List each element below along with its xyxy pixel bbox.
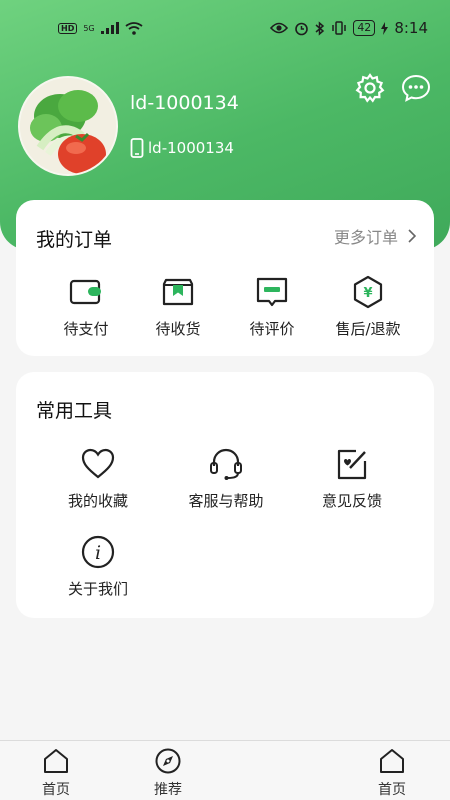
- tool-item-label: 我的收藏: [67, 492, 128, 510]
- message-icon[interactable]: [400, 72, 432, 104]
- phone-icon: [130, 138, 144, 158]
- order-pending-review[interactable]: 待评价: [222, 274, 322, 339]
- tool-item-label: 客服与帮助: [188, 492, 264, 510]
- status-bar: HD 5G 42 8:14: [0, 0, 450, 56]
- orders-card: 我的订单 更多订单 待支付 待收货 待评价 ¥ 售后/退款: [16, 200, 434, 356]
- status-right: 42 8:14: [270, 19, 428, 37]
- chevron-right-icon: [408, 229, 416, 243]
- more-orders-link[interactable]: 更多订单: [334, 224, 416, 248]
- tab-home[interactable]: 首页: [26, 747, 86, 799]
- tab-home-secondary[interactable]: 首页: [362, 747, 422, 799]
- package-icon: [162, 278, 194, 306]
- username: ld-1000134: [130, 92, 239, 114]
- order-item-label: 待支付: [63, 320, 109, 338]
- more-orders-label: 更多订单: [333, 228, 398, 247]
- compass-icon: [155, 748, 181, 774]
- tab-label: 首页: [378, 782, 406, 798]
- tool-item-label: 关于我们: [67, 580, 128, 598]
- eye-icon: [270, 22, 289, 34]
- tools-title: 常用工具: [36, 400, 113, 422]
- alarm-icon: [295, 22, 309, 35]
- tab-label: 推荐: [154, 782, 182, 798]
- tab-recommend[interactable]: 推荐: [138, 747, 198, 799]
- hd-badge: HD: [58, 22, 78, 34]
- tool-item-label: 意见反馈: [321, 492, 382, 510]
- review-icon: [256, 277, 288, 307]
- home-icon: [44, 749, 68, 773]
- home-icon: [380, 749, 404, 773]
- tool-about-us[interactable]: i 关于我们: [48, 534, 148, 599]
- order-after-sales[interactable]: ¥ 售后/退款: [318, 274, 418, 339]
- charging-icon: [381, 21, 389, 35]
- wallet-icon: [69, 279, 101, 305]
- tab-label: 首页: [42, 782, 70, 798]
- orders-title: 我的订单: [36, 229, 113, 251]
- order-pending-receipt[interactable]: 待收货: [128, 274, 228, 339]
- status-left: HD 5G: [58, 21, 143, 35]
- bottom-tab-bar: 首页 推荐 首页: [0, 740, 450, 800]
- battery-indicator: 42: [353, 20, 376, 36]
- order-item-label: 待收货: [155, 320, 201, 338]
- order-item-label: 待评价: [249, 320, 295, 338]
- tools-card: 常用工具 我的收藏 客服与帮助 意见反馈 i 关于我们: [16, 372, 434, 618]
- tool-favorites[interactable]: 我的收藏: [48, 446, 148, 511]
- bluetooth-icon: [315, 20, 325, 36]
- phone-row: ld-1000134: [130, 138, 234, 158]
- phone-number: ld-1000134: [148, 139, 234, 157]
- wifi-icon: [125, 21, 143, 35]
- signal-icon: [100, 22, 119, 34]
- tool-feedback[interactable]: 意见反馈: [302, 446, 402, 511]
- order-item-label: 售后/退款: [335, 320, 401, 338]
- avatar[interactable]: [18, 76, 118, 176]
- headset-icon: [210, 448, 242, 480]
- feedback-icon: [337, 449, 367, 480]
- vegetable-avatar-image: [20, 78, 116, 174]
- info-icon: i: [81, 535, 115, 569]
- svg-text:i: i: [95, 542, 101, 564]
- order-pending-payment[interactable]: 待支付: [36, 274, 136, 339]
- svg-text:¥: ¥: [363, 286, 372, 301]
- network-type: 5G: [83, 23, 95, 33]
- refund-icon: ¥: [353, 275, 383, 309]
- tool-customer-service[interactable]: 客服与帮助: [176, 446, 276, 511]
- heart-icon: [81, 448, 115, 479]
- gear-icon[interactable]: [354, 72, 386, 104]
- clock: 8:14: [394, 19, 428, 37]
- vibrate-icon: [332, 21, 347, 35]
